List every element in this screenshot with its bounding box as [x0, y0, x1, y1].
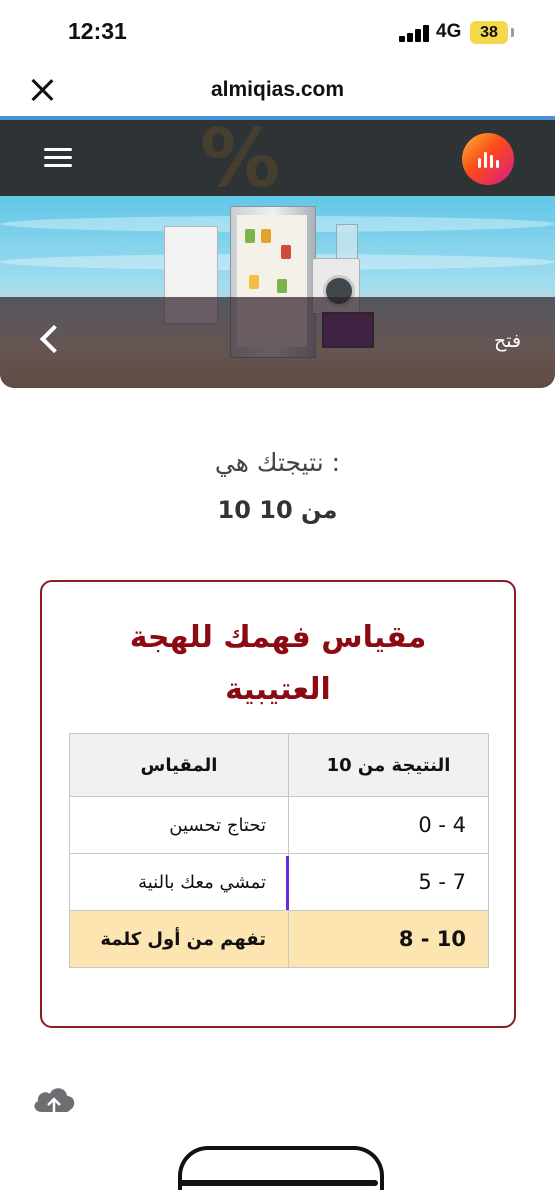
status-bar: 12:31 4G 38: [0, 0, 555, 66]
scale-table: النتيجة من 10 المقياس 0 - 4 تحتاج تحسين …: [69, 733, 489, 968]
banner-open-button[interactable]: فتح: [494, 330, 521, 352]
header-score: النتيجة من 10: [288, 733, 489, 797]
ad-banner[interactable]: فتح: [0, 196, 555, 388]
row-marker: [286, 856, 289, 910]
battery-nub: [511, 28, 514, 37]
page-url[interactable]: almiqias.com: [0, 78, 555, 102]
row-level: تفهم من أول كلمة: [69, 910, 289, 968]
site-logo[interactable]: [462, 133, 514, 185]
table-row: 0 - 4 تحتاج تحسين: [69, 796, 489, 854]
row-range-text: 5 - 7: [418, 870, 466, 894]
row-range: 8 - 10: [288, 910, 489, 968]
scale-card: مقياس فهمك للهجة العتيبية النتيجة من 10 …: [40, 580, 516, 1028]
row-range: 5 - 7: [286, 853, 489, 911]
table-row-highlighted: 8 - 10 تفهم من أول كلمة: [69, 910, 489, 968]
result-label: نتيجتك هي :: [214, 448, 341, 477]
site-header: %: [0, 120, 555, 196]
row-range: 0 - 4: [288, 796, 489, 854]
row-level: تحتاج تحسين: [69, 796, 289, 854]
signal-icon: [399, 25, 431, 42]
status-time: 12:31: [68, 18, 127, 44]
table-header-row: النتيجة من 10 المقياس: [69, 733, 489, 797]
menu-icon[interactable]: [44, 148, 72, 168]
network-type: 4G: [436, 21, 462, 42]
banner-overlay: [0, 297, 555, 388]
result-score: 10 من 10: [217, 496, 338, 524]
header-scale: المقياس: [69, 733, 289, 797]
cloud-upload-icon[interactable]: [30, 1082, 78, 1122]
scale-title: مقياس فهمك للهجة العتيبية: [129, 620, 427, 707]
home-indicator: [178, 1180, 378, 1186]
row-level: تمشي معك بالنية: [69, 853, 289, 911]
browser-address-bar: almiqias.com: [0, 66, 555, 116]
background-graphic: %: [200, 120, 281, 196]
table-row: 5 - 7 تمشي معك بالنية: [69, 853, 489, 911]
battery-icon: 38: [470, 21, 508, 44]
